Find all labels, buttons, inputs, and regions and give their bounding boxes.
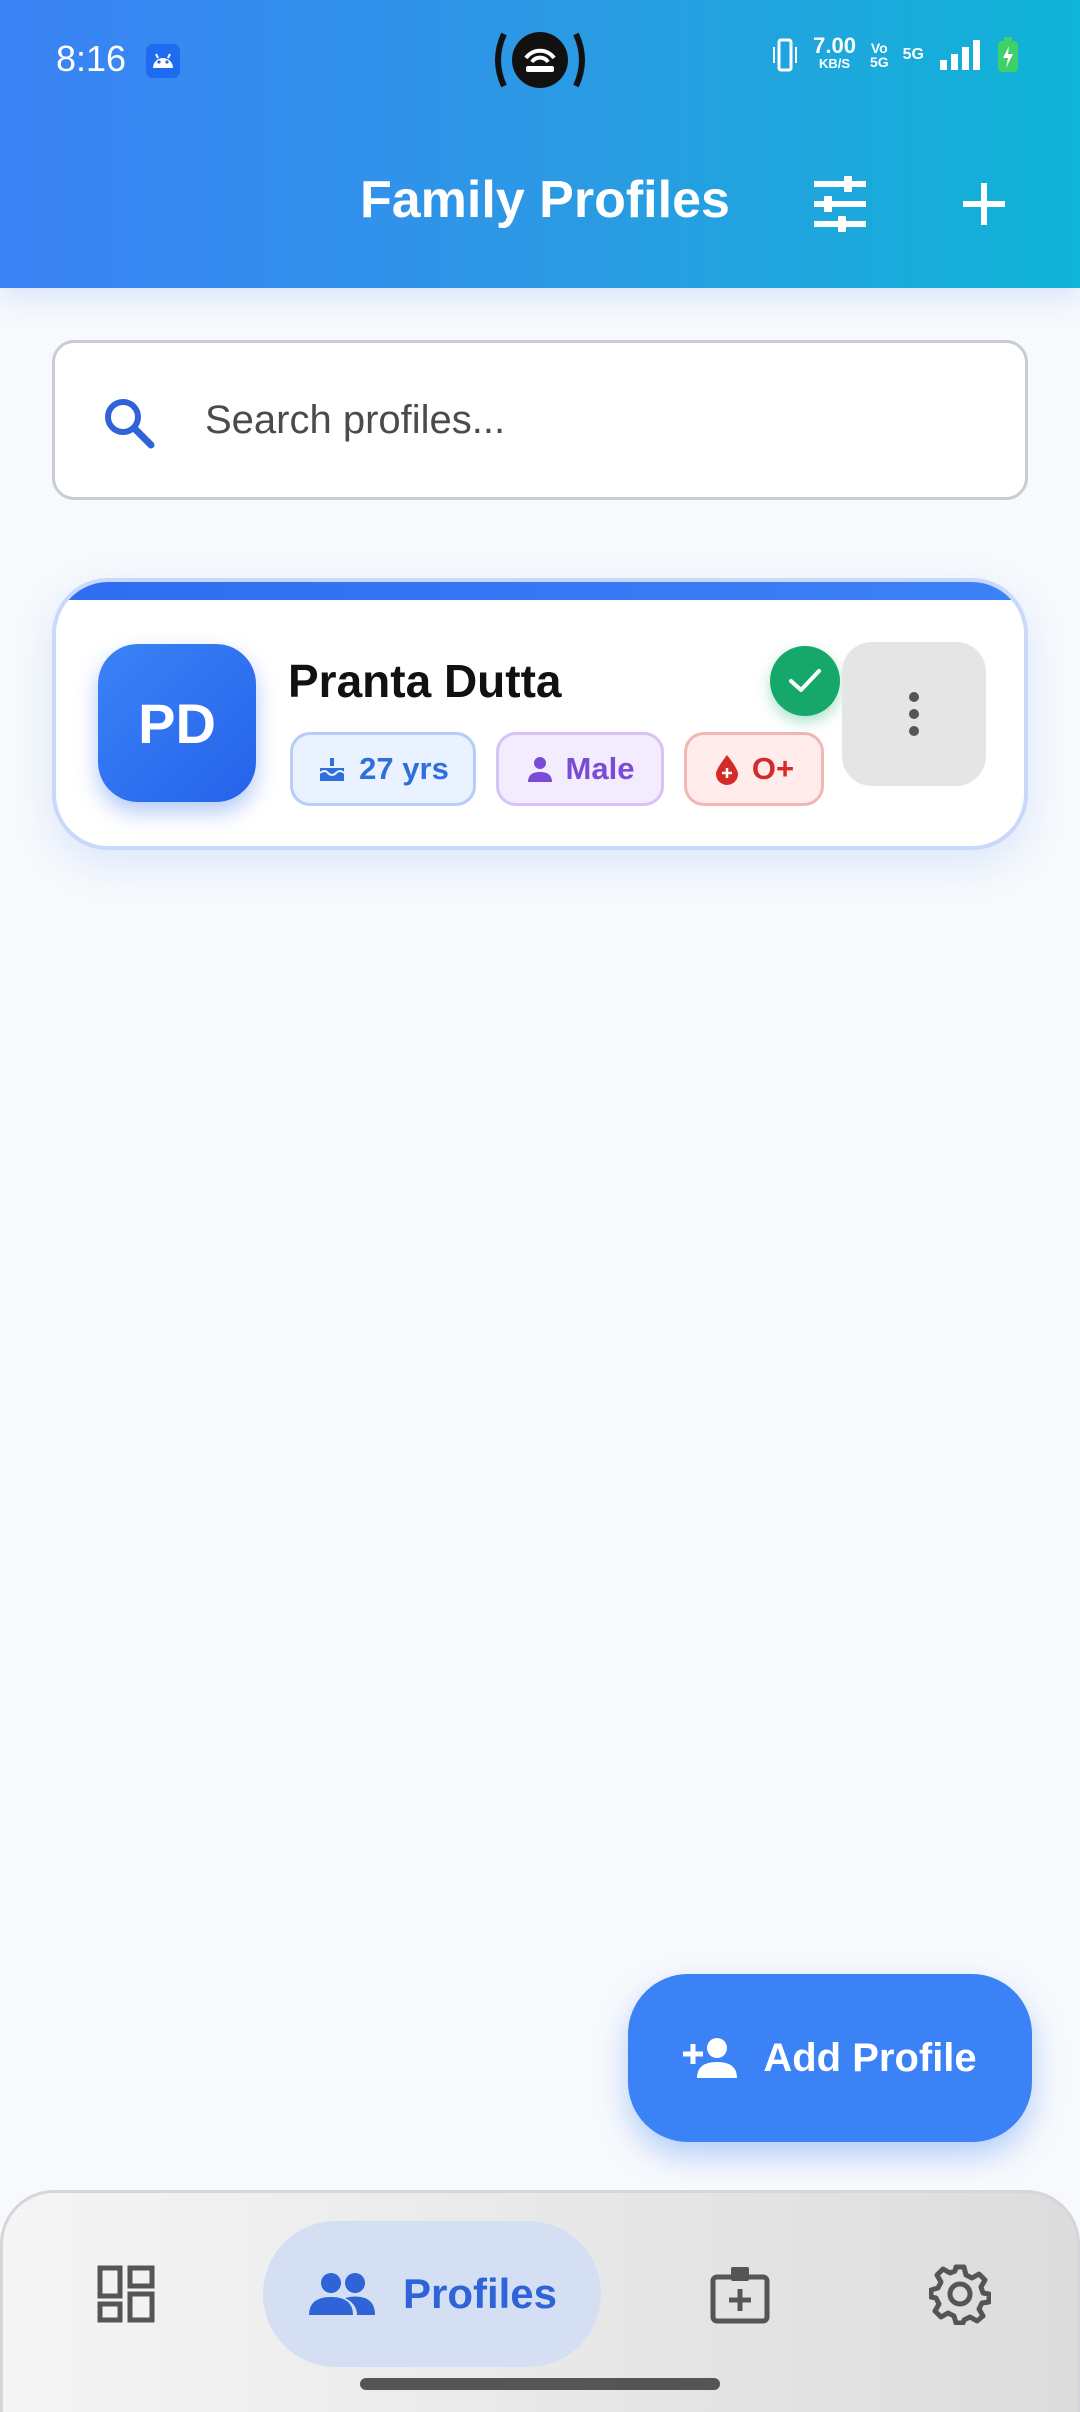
- profile-name: Pranta Dutta: [288, 655, 562, 707]
- person-add-icon: [683, 2038, 738, 2078]
- app-header: 8:16 7.00 KB/S Vo 5G 5G Family Profiles: [0, 0, 1080, 288]
- nav-profiles[interactable]: Profiles: [263, 2221, 601, 2367]
- gender-chip: Male: [496, 732, 664, 806]
- nav-medical-id[interactable]: [677, 2221, 803, 2367]
- check-icon: [789, 669, 821, 692]
- hotspot-icon: [495, 32, 585, 88]
- dashboard-icon: [97, 2265, 155, 2323]
- profile-menu-button[interactable]: [842, 642, 986, 786]
- age-chip: 27 yrs: [290, 732, 476, 806]
- home-indicator: [360, 2378, 720, 2390]
- person-icon: [527, 757, 552, 782]
- tune-icon: [814, 176, 866, 232]
- verified-badge: [770, 646, 840, 716]
- battery-charging-icon: [998, 37, 1018, 72]
- people-icon: [308, 2273, 375, 2315]
- card-accent-bar: [56, 582, 1024, 600]
- settings-gear-icon: [929, 2264, 991, 2325]
- blood-drop-icon: [715, 755, 738, 785]
- status-time: 8:16: [56, 38, 127, 79]
- nav-dashboard[interactable]: [63, 2221, 189, 2367]
- more-vert-icon: [909, 692, 919, 736]
- android-notification-icon: [146, 44, 180, 78]
- age-label: 27 yrs: [359, 751, 449, 786]
- vibrate-icon: [773, 38, 798, 72]
- search-input[interactable]: [205, 343, 985, 497]
- signal-icon: [940, 40, 980, 70]
- gender-label: Male: [565, 751, 635, 786]
- profile-card[interactable]: PD Pranta Dutta 27 yrs Male O+: [52, 578, 1028, 850]
- filter-button[interactable]: [804, 168, 876, 240]
- medical-id-icon: [710, 2267, 770, 2324]
- cake-icon: [319, 758, 345, 781]
- nav-profiles-label: Profiles: [402, 2270, 558, 2317]
- add-profile-label: Add Profile: [763, 2035, 977, 2080]
- network-type: 5G: [902, 46, 924, 63]
- plus-icon: [963, 183, 1005, 225]
- avatar: PD: [98, 644, 256, 802]
- add-button[interactable]: [948, 168, 1020, 240]
- status-icons: 7.00 KB/S Vo 5G 5G: [771, 33, 1020, 74]
- add-profile-button[interactable]: Add Profile: [628, 1974, 1032, 2142]
- network-speed: 7.00 KB/S: [813, 33, 856, 72]
- volte-indicator: Vo 5G: [869, 40, 889, 70]
- blood-group-chip: O+: [684, 732, 824, 806]
- nav-settings[interactable]: [897, 2221, 1023, 2367]
- page-title: Family Profiles: [360, 171, 730, 229]
- blood-group-label: O+: [751, 751, 795, 786]
- search-bar: [52, 340, 1028, 500]
- search-icon: [105, 399, 155, 449]
